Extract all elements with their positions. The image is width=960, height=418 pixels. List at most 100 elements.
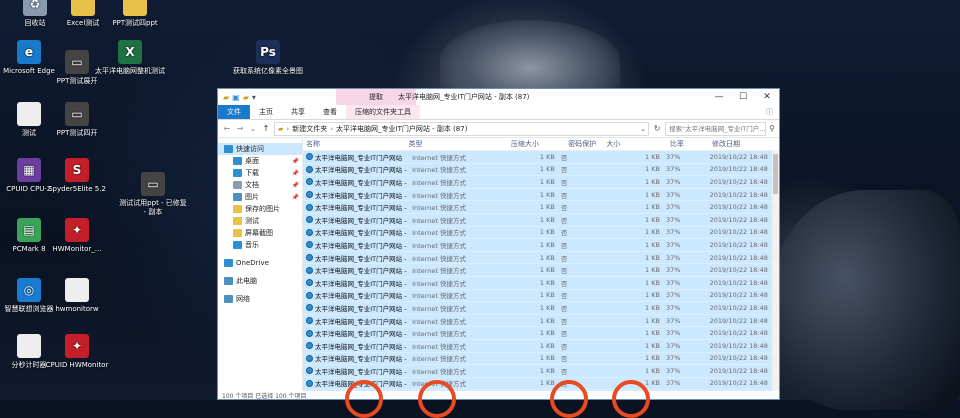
desktop-icon[interactable]: X 太平洋电脑网整机测试 bbox=[95, 40, 165, 76]
address-bar[interactable]: ▰ › 新建文件夹 › 太平洋电脑网_专业IT门户网站 - 副本 (87) ⌄ bbox=[274, 121, 650, 136]
breadcrumb-new-folder[interactable]: 新建文件夹 bbox=[292, 124, 327, 134]
minimize-button[interactable]: — bbox=[707, 89, 731, 105]
file-row[interactable]: 太平洋电脑网_专业IT门户网站 - 副...Internet 快捷方式 1 KB 否… bbox=[303, 276, 779, 290]
nav-item[interactable]: 图片 📌 bbox=[218, 191, 302, 203]
title-bar[interactable]: ▰ ▣ ▰ ▾ 提取 太平洋电脑网_专业IT门户网站 - 副本 (87) — ☐… bbox=[218, 89, 779, 105]
nav-item[interactable]: OneDrive bbox=[218, 257, 302, 269]
pin-icon[interactable]: 📌 bbox=[292, 170, 299, 177]
file-row[interactable]: 太平洋电脑网_专业IT门户网站 - 副...Internet 快捷方式 1 KB 否… bbox=[303, 264, 779, 277]
tab-view[interactable]: 查看 bbox=[314, 105, 346, 119]
desktop-icon[interactable]: S Spyder5Elite 5.2 bbox=[42, 158, 112, 194]
recent-dropdown-icon[interactable]: ⌄ bbox=[248, 124, 258, 133]
tab-home[interactable]: 主页 bbox=[250, 105, 282, 119]
tab-compressed-folder-tools[interactable]: 压缩的文件夹工具 bbox=[346, 105, 420, 119]
back-arrow-icon[interactable]: ← bbox=[222, 124, 232, 133]
desktop-icon-label: CPUID HWMonitor bbox=[45, 361, 109, 369]
explorer-window[interactable]: ▰ ▣ ▰ ▾ 提取 太平洋电脑网_专业IT门户网站 - 副本 (87) — ☐… bbox=[217, 88, 780, 400]
close-button[interactable]: ✕ bbox=[755, 89, 779, 105]
help-icon[interactable]: ⓘ bbox=[760, 105, 779, 119]
tab-share[interactable]: 共享 bbox=[282, 105, 314, 119]
nav-item[interactable]: 桌面 📌 bbox=[218, 155, 302, 167]
nav-item[interactable]: 下载 📌 bbox=[218, 167, 302, 179]
desktop-icon-label: 测试试用ppt - 已修复 - 副本 bbox=[119, 199, 187, 216]
tab-file[interactable]: 文件 bbox=[218, 105, 250, 119]
file-row[interactable]: 太平洋电脑网_专业IT门户网站 - 副...Internet 快捷方式 1 KB 否… bbox=[303, 226, 779, 240]
dropdown-icon[interactable]: ▾ bbox=[252, 93, 256, 102]
column-size[interactable]: 大小 bbox=[606, 139, 666, 149]
file-row[interactable]: 太平洋电脑网_专业IT门户网站 - 副...Internet 快捷方式 1 KB 否… bbox=[303, 188, 779, 202]
vertical-scrollbar[interactable] bbox=[772, 150, 779, 391]
address-dropdown-icon[interactable]: ⌄ bbox=[640, 125, 648, 133]
file-row[interactable]: 太平洋电脑网_专业IT门户网站 - 副...Internet 快捷方式 1 KB 否… bbox=[303, 314, 779, 328]
shortcut-icon: ▭ bbox=[65, 50, 89, 74]
desktop-icon[interactable]: ▭ 测试试用ppt - 已修复 - 副本 bbox=[118, 172, 188, 217]
refresh-icon[interactable]: ↻ bbox=[652, 124, 662, 133]
scrollbar-thumb[interactable] bbox=[773, 154, 778, 194]
forward-arrow-icon[interactable]: → bbox=[235, 124, 245, 133]
network-icon bbox=[224, 295, 233, 303]
cell-name: 太平洋电脑网_专业IT门户网站 - 副... bbox=[303, 253, 409, 263]
file-row[interactable]: 太平洋电脑网_专业IT门户网站 - 副...Internet 快捷方式 1 KB 否… bbox=[303, 201, 779, 214]
maximize-button[interactable]: ☐ bbox=[731, 89, 755, 105]
cell-name: 太平洋电脑网_专业IT门户网站 - 副... bbox=[303, 164, 409, 174]
file-row[interactable]: 太平洋电脑网_专业IT门户网站 Internet 快捷方式 1 KB 否 1 KB 37%… bbox=[303, 151, 779, 164]
pin-icon[interactable]: 📌 bbox=[292, 182, 299, 189]
search-input[interactable]: 搜索"太平洋电脑网_专业IT门户... bbox=[665, 121, 767, 136]
properties-icon[interactable]: ▣ bbox=[232, 93, 240, 102]
internet-shortcut-icon bbox=[306, 329, 313, 337]
nav-item[interactable]: 快速访问 bbox=[218, 143, 302, 155]
file-row[interactable]: 太平洋电脑网_专业IT门户网站 - 副...Internet 快捷方式 1 KB 否… bbox=[303, 163, 779, 177]
address-row: ← → ⌄ ↑ ▰ › 新建文件夹 › 太平洋电脑网_专业IT门户网站 - 副本… bbox=[218, 120, 779, 138]
file-name: 太平洋电脑网_专业IT门户网站 - 副... bbox=[315, 304, 409, 313]
desktop-icon[interactable]: ✦ CPUID HWMonitor bbox=[42, 334, 112, 370]
column-compressed-size[interactable]: 压缩大小 bbox=[508, 139, 552, 149]
up-arrow-icon[interactable]: ↑ bbox=[261, 124, 271, 133]
cpuz-icon: ▦ bbox=[17, 158, 41, 182]
nav-item-label: 测试 bbox=[245, 217, 259, 225]
cell-pw: 否 bbox=[560, 153, 568, 162]
browser-icon: ◎ bbox=[17, 278, 41, 302]
internet-shortcut-icon bbox=[306, 342, 313, 350]
new-folder-icon[interactable]: ▰ bbox=[243, 93, 249, 102]
column-name[interactable]: 名称 bbox=[303, 139, 405, 149]
cell-type: Internet 快捷方式 bbox=[412, 292, 466, 301]
desktop-icon[interactable]: Ps 获取系统亿像素全景图 bbox=[233, 40, 303, 76]
desktop-icon[interactable]: ✦ HWMonitor_... bbox=[42, 218, 112, 254]
folder-icon bbox=[233, 217, 242, 225]
file-row[interactable]: 太平洋电脑网_专业IT门户网站 - 副...Internet 快捷方式 1 KB 否… bbox=[303, 365, 779, 378]
desktop-icon[interactable]: PPT测试四ppt bbox=[100, 0, 170, 28]
nav-item[interactable]: 屏幕截图 bbox=[218, 227, 302, 239]
file-row[interactable]: 太平洋电脑网_专业IT门户网站 - 副...Internet 快捷方式 1 KB 否… bbox=[303, 302, 779, 315]
nav-item[interactable]: 保存的图片 bbox=[218, 203, 302, 215]
nav-item[interactable]: 音乐 bbox=[218, 239, 302, 251]
column-ratio[interactable]: 比率 bbox=[667, 139, 709, 149]
pin-icon[interactable]: 📌 bbox=[292, 158, 299, 165]
file-row[interactable]: 太平洋电脑网_专业IT门户网站 - 副...Internet 快捷方式 1 KB 否… bbox=[303, 239, 779, 252]
nav-item-label: OneDrive bbox=[236, 259, 269, 267]
column-type[interactable]: 类型 bbox=[405, 139, 507, 149]
cell-csize: 1 KB bbox=[539, 329, 555, 338]
search-icon[interactable]: ⚲ bbox=[769, 124, 775, 133]
pin-icon[interactable]: 📌 bbox=[292, 194, 299, 201]
cell-pw: 否 bbox=[560, 330, 568, 339]
file-row[interactable]: 太平洋电脑网_专业IT门户网站 - 副...Internet 快捷方式 1 KB 否… bbox=[303, 289, 779, 303]
desktop-icon[interactable]: hwmonitorw bbox=[42, 278, 112, 314]
breadcrumb-current[interactable]: 太平洋电脑网_专业IT门户网站 - 副本 (87) bbox=[336, 124, 467, 134]
file-row[interactable]: 太平洋电脑网_专业IT门户网站 - 副...Internet 快捷方式 1 KB 否… bbox=[303, 339, 779, 353]
column-password[interactable]: 密码保护 bbox=[552, 139, 606, 149]
file-row[interactable]: 太平洋电脑网_专业IT门户网站 - 副...Internet 快捷方式 1 KB 否… bbox=[303, 213, 779, 227]
nav-item[interactable]: 网络 bbox=[218, 293, 302, 305]
column-date[interactable]: 修改日期 bbox=[709, 139, 779, 149]
file-row[interactable]: 太平洋电脑网_专业IT门户网站 - 副...Internet 快捷方式 1 KB 否… bbox=[303, 327, 779, 340]
file-row[interactable]: 太平洋电脑网_专业IT门户网站 - 副...Internet 快捷方式 1 KB 否… bbox=[303, 251, 779, 265]
cell-ratio: 37% bbox=[665, 253, 681, 262]
desktop-icon[interactable]: ▭ PPT测试四开 bbox=[42, 102, 112, 138]
cell-size: 1 KB bbox=[645, 278, 660, 287]
nav-item[interactable]: 此电脑 bbox=[218, 275, 302, 287]
cell-ratio: 37% bbox=[665, 329, 681, 338]
file-name: 太平洋电脑网_专业IT门户网站 - 副... bbox=[315, 317, 409, 326]
nav-item[interactable]: 测试 bbox=[218, 215, 302, 227]
nav-item[interactable]: 文档 📌 bbox=[218, 179, 302, 191]
file-row[interactable]: 太平洋电脑网_专业IT门户网站 - 副...Internet 快捷方式 1 KB 否… bbox=[303, 176, 779, 189]
file-row[interactable]: 太平洋电脑网_专业IT门户网站 - 副...Internet 快捷方式 1 KB 否… bbox=[303, 352, 779, 366]
